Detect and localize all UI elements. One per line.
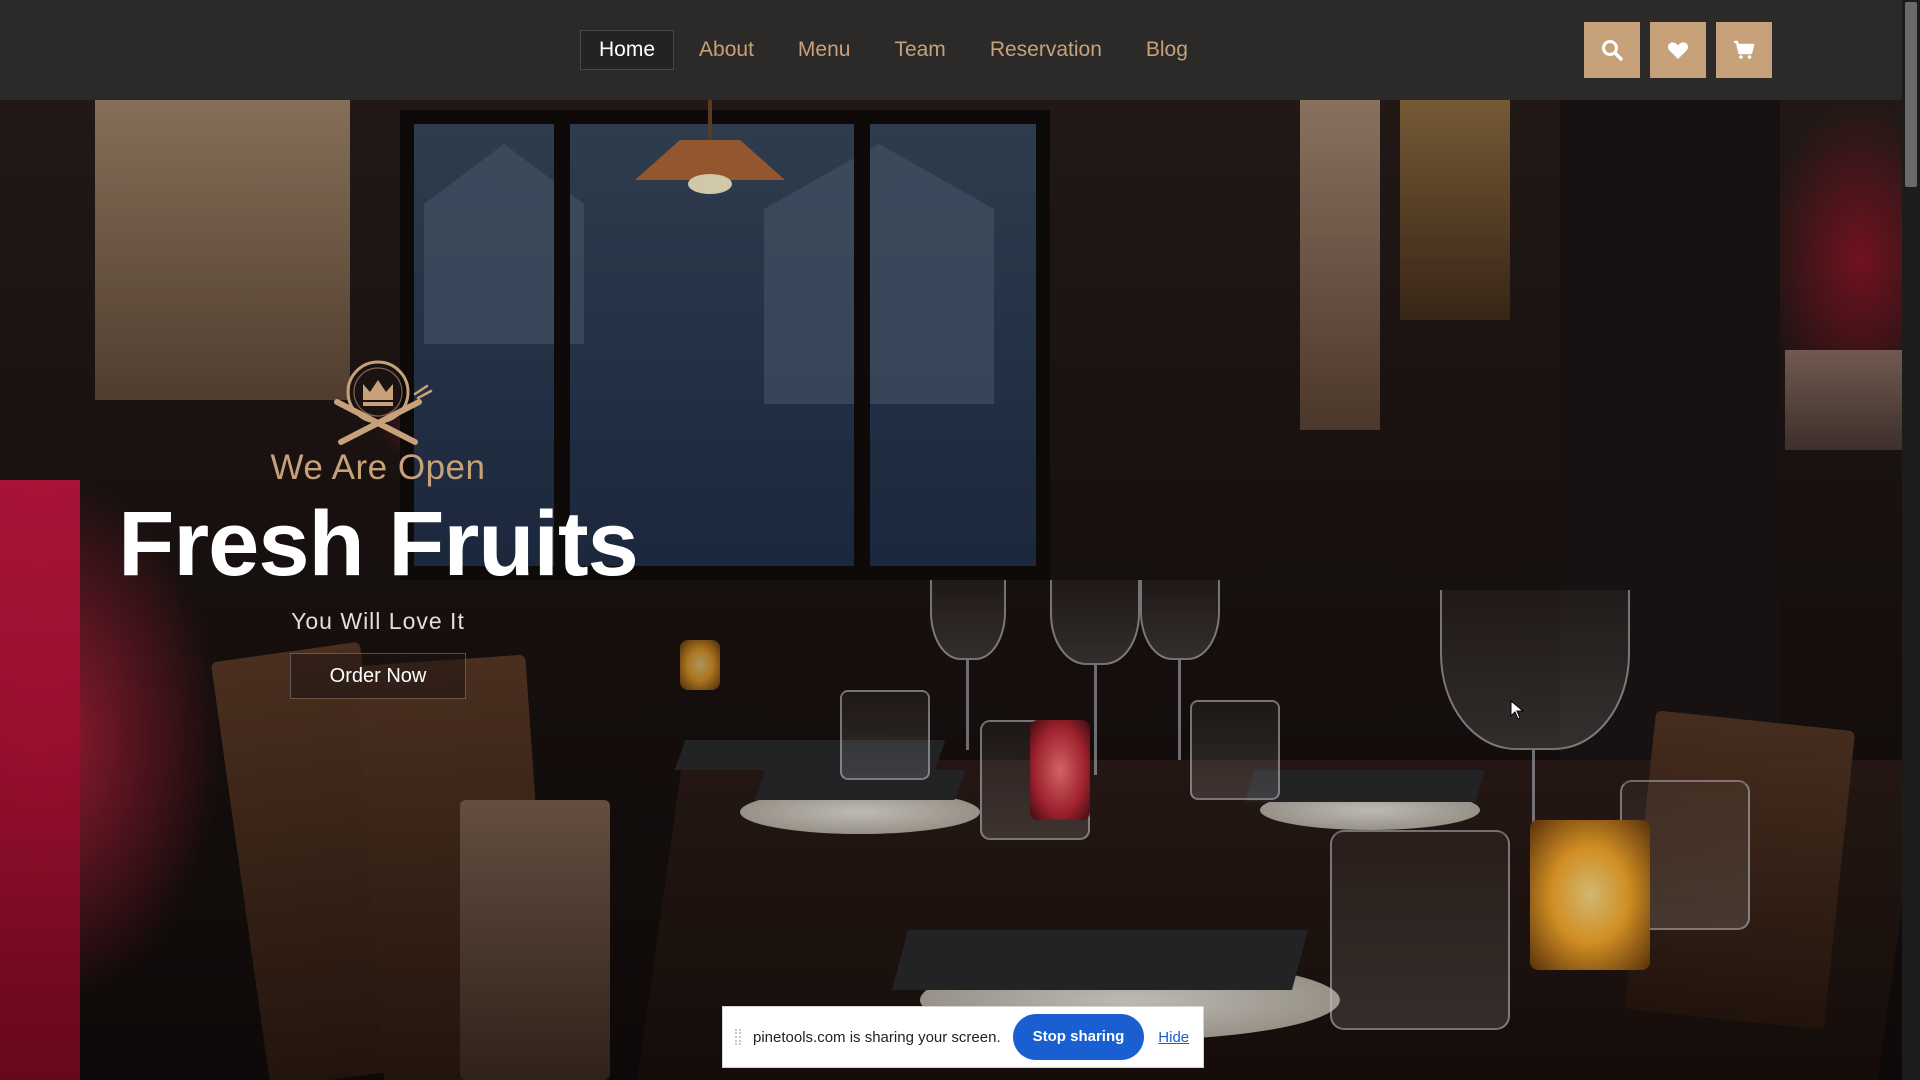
nav-item-reservation[interactable]: Reservation (971, 30, 1121, 70)
hero-subtitle: You Will Love It (291, 608, 465, 634)
cart-icon (1734, 40, 1755, 59)
nav-actions (1584, 22, 1782, 78)
nav-item-home[interactable]: Home (580, 30, 675, 70)
hero-title: Fresh Fruits (118, 493, 639, 595)
scrollbar-thumb[interactable] (1905, 2, 1917, 187)
hero-section: We Are Open Fresh Fruits You Will Love I… (0, 100, 1902, 1080)
search-button[interactable] (1584, 22, 1640, 78)
drag-handle-icon[interactable] (735, 1029, 741, 1045)
search-icon (1602, 40, 1623, 61)
hide-link[interactable]: Hide (1158, 1029, 1189, 1046)
crown-fork-knife-icon (334, 360, 433, 445)
hero-eyebrow: We Are Open (270, 448, 486, 487)
share-message: pinetools.com is sharing your screen. (753, 1028, 1001, 1046)
order-now-button[interactable]: Order Now (290, 653, 466, 699)
nav-item-about[interactable]: About (680, 30, 773, 70)
page-scrollbar[interactable] (1902, 0, 1920, 1080)
heart-icon (1667, 42, 1689, 59)
main-menu: Home About Menu Team Reservation Blog (580, 30, 1213, 70)
nav-item-menu[interactable]: Menu (779, 30, 870, 70)
nav-item-blog[interactable]: Blog (1127, 30, 1207, 70)
nav-item-team[interactable]: Team (875, 30, 964, 70)
wishlist-button[interactable] (1650, 22, 1706, 78)
mouse-cursor-icon (1510, 700, 1524, 720)
cart-button[interactable] (1716, 22, 1772, 78)
hero-content: We Are Open Fresh Fruits You Will Love I… (90, 350, 666, 699)
top-navbar: Home About Menu Team Reservation Blog (0, 0, 1902, 100)
stop-sharing-button[interactable]: Stop sharing (1012, 1014, 1145, 1060)
screen-share-bar: pinetools.com is sharing your screen. St… (722, 1006, 1204, 1068)
